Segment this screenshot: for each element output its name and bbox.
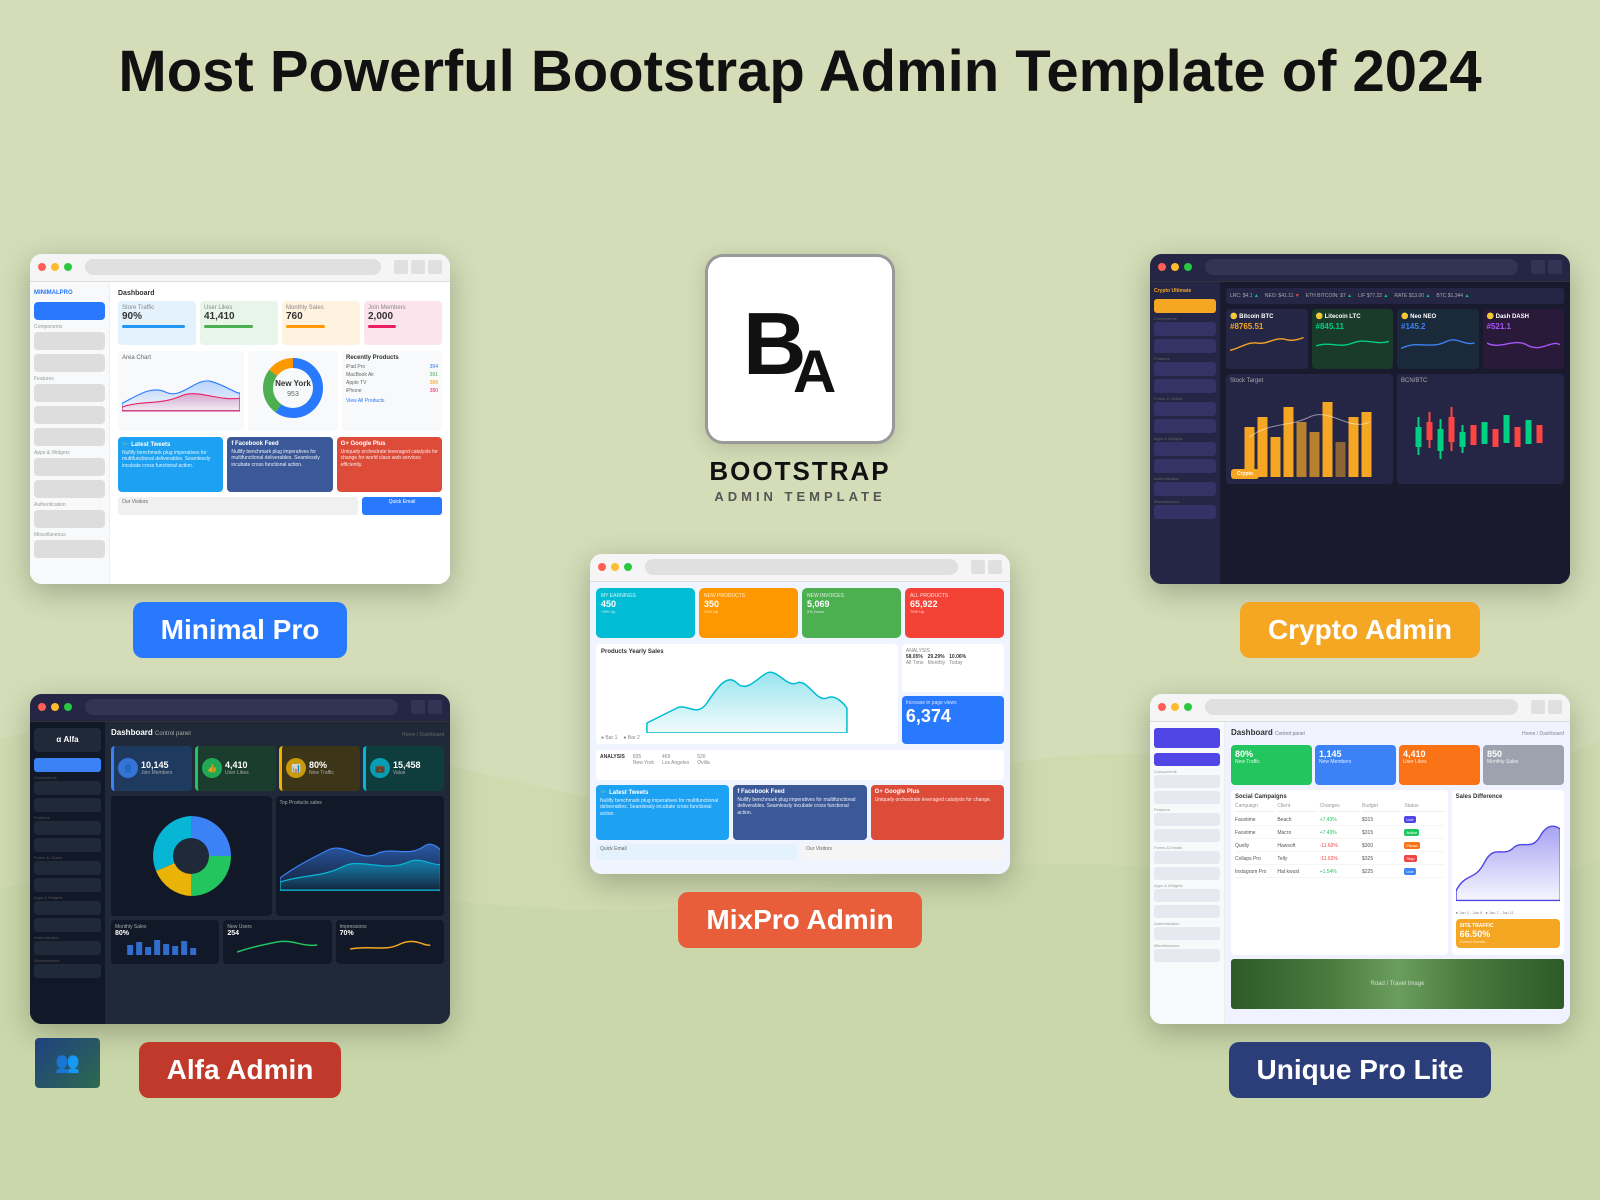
unique-screenshot: Components Features Forms & Emails Apps … — [1150, 694, 1570, 1024]
logo-box: B A — [705, 254, 895, 444]
mixpro-label[interactable]: MixPro Admin — [678, 892, 921, 948]
alfa-sidebar: α Alfa Components Features Forms & Chart… — [30, 722, 105, 1024]
svg-text:New York: New York — [275, 379, 311, 388]
ba-logo-svg: B A — [735, 284, 865, 414]
unique-dot-red — [1158, 703, 1166, 711]
crypto-dot-green — [1184, 263, 1192, 271]
crypto-dot-red — [1158, 263, 1166, 271]
logo-sub-text: ADMIN TEMPLATE — [714, 489, 885, 504]
crypto-main: LRC: $4.1 ▲ NEO: $41.11 ▼ ETH BITCOIN: $… — [1220, 282, 1570, 584]
minimal-pro-label[interactable]: Minimal Pro — [133, 602, 348, 658]
unique-dot-yellow — [1171, 703, 1179, 711]
window-dot-green — [64, 263, 72, 271]
mixpro-dot-green — [624, 563, 632, 571]
svg-text:A: A — [793, 338, 836, 405]
crypto-dot-yellow — [1171, 263, 1179, 271]
unique-sidebar: Components Features Forms & Emails Apps … — [1150, 722, 1225, 1024]
card-unique[interactable]: Components Features Forms & Emails Apps … — [1150, 694, 1570, 1098]
svg-text:953: 953 — [287, 391, 299, 398]
alfa-dot-red — [38, 703, 46, 711]
crypto-sidebar: Crypto Ultimate Components Features Form… — [1150, 282, 1220, 584]
page-title: Most Powerful Bootstrap Admin Template o… — [0, 0, 1600, 134]
card-alfa[interactable]: α Alfa Components Features Forms & Chart… — [30, 694, 450, 1098]
bootstrap-logo: B A BOOTSTRAP ADMIN TEMPLATE — [705, 254, 895, 504]
card-crypto-admin[interactable]: Crypto Ultimate Components Features Form… — [1150, 254, 1570, 658]
alfa-screenshot: α Alfa Components Features Forms & Chart… — [30, 694, 450, 1024]
alfa-dot-yellow — [51, 703, 59, 711]
mixpro-url-bar — [645, 559, 958, 575]
minimal-main: Dashboard Store Traffic 90% User Likes 4… — [110, 282, 450, 584]
url-bar — [85, 259, 381, 275]
mixpro-dot-red — [598, 563, 606, 571]
crypto-admin-screenshot: Crypto Ultimate Components Features Form… — [1150, 254, 1570, 584]
logo-main-text: BOOTSTRAP — [709, 456, 890, 487]
window-dot-red — [38, 263, 46, 271]
minimal-sidebar: MINIMALPRO Components Features Apps & Wi… — [30, 282, 110, 584]
unique-main: Dashboard Control panel Home / Dashboard… — [1225, 722, 1570, 1024]
minimal-pro-screenshot: MINIMALPRO Components Features Apps & Wi… — [30, 254, 450, 584]
unique-url-bar — [1205, 699, 1518, 715]
crypto-admin-label[interactable]: Crypto Admin — [1240, 602, 1480, 658]
unique-dot-green — [1184, 703, 1192, 711]
crypto-url-bar — [1205, 259, 1518, 275]
alfa-admin-label[interactable]: Alfa Admin — [139, 1042, 342, 1098]
window-dot-yellow — [51, 263, 59, 271]
card-minimal-pro[interactable]: MINIMALPRO Components Features Apps & Wi… — [30, 254, 450, 658]
cards-container: B A BOOTSTRAP ADMIN TEMPLATE — [0, 134, 1600, 1174]
unique-pro-lite-label[interactable]: Unique Pro Lite — [1229, 1042, 1492, 1098]
alfa-main: Dashboard Control panel Home / Dashboard… — [105, 722, 450, 1024]
mixpro-screenshot: MY EARNINGS 450 +9% Up NEW PRODUCTS 350 … — [590, 554, 1010, 874]
alfa-url-bar — [85, 699, 398, 715]
mixpro-dot-yellow — [611, 563, 619, 571]
alfa-dot-green — [64, 703, 72, 711]
card-mixpro[interactable]: MY EARNINGS 450 +9% Up NEW PRODUCTS 350 … — [590, 554, 1010, 948]
